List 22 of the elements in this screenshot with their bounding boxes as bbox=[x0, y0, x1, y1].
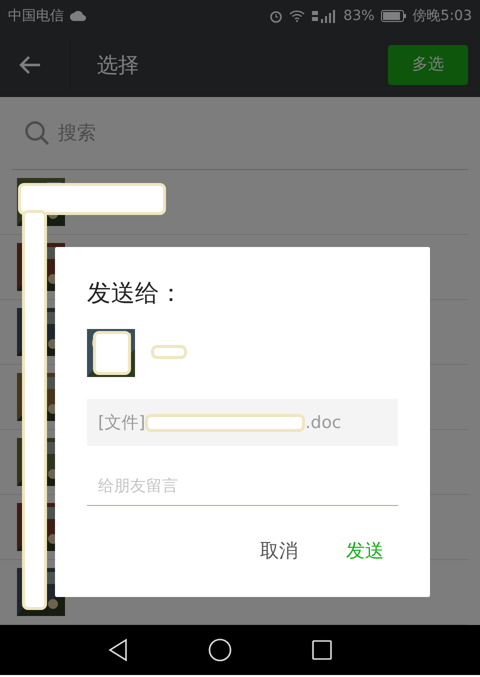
home-nav-icon[interactable] bbox=[208, 638, 232, 662]
page-title: 选择 bbox=[70, 40, 139, 90]
back-nav-icon[interactable] bbox=[108, 638, 128, 662]
recents-nav-icon[interactable] bbox=[312, 640, 332, 660]
cancel-button[interactable]: 取消 bbox=[256, 534, 302, 568]
send-button[interactable]: 发送 bbox=[342, 534, 388, 568]
file-label: [文件] bbox=[98, 412, 146, 434]
dialog-title: 发送给： bbox=[87, 278, 184, 309]
wifi-icon bbox=[289, 10, 306, 22]
back-icon[interactable] bbox=[18, 54, 42, 74]
redaction-mark bbox=[93, 331, 131, 375]
battery-icon bbox=[380, 10, 407, 22]
redaction-mark bbox=[151, 345, 187, 359]
signal-icon bbox=[311, 9, 338, 23]
battery-percent: 83% bbox=[343, 8, 375, 24]
carrier-name: 中国电信 bbox=[8, 7, 64, 25]
multi-select-button[interactable]: 多选 bbox=[388, 44, 468, 84]
search-icon bbox=[24, 120, 50, 146]
clock: 傍晚5:03 bbox=[412, 7, 472, 25]
cloud-icon bbox=[70, 11, 86, 21]
file-extension: .doc bbox=[305, 412, 342, 432]
alarm-icon bbox=[269, 9, 284, 23]
